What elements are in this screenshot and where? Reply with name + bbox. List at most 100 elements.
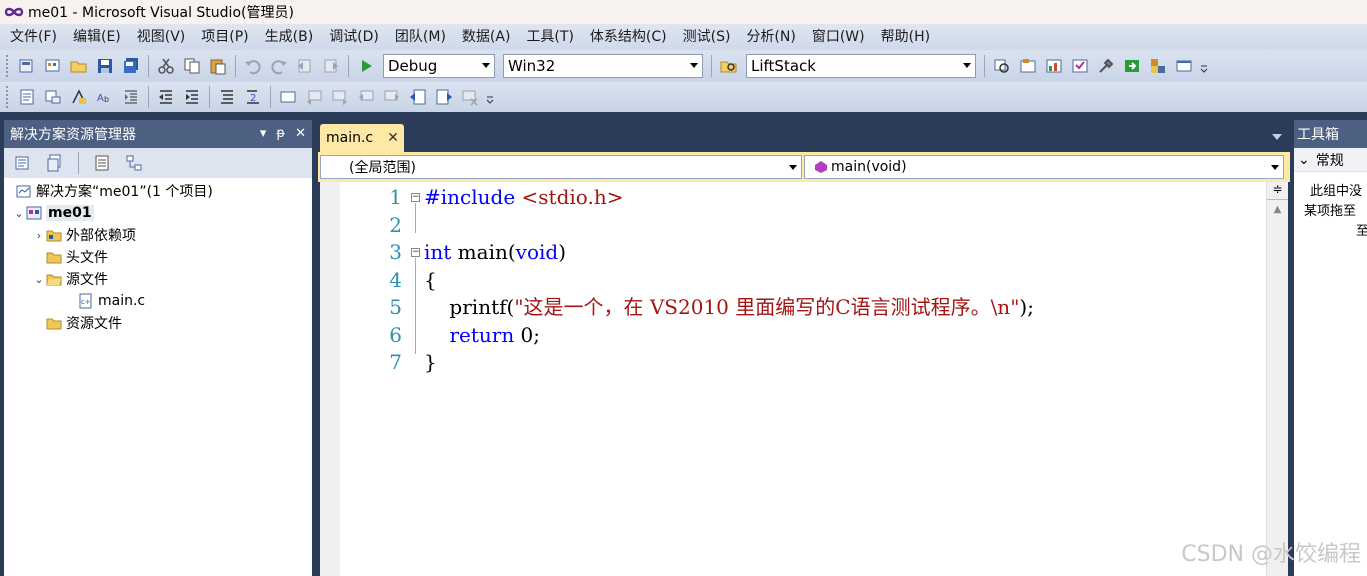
view-class-diagram-icon[interactable] [123,152,145,174]
open-file-icon[interactable] [68,55,90,77]
extension-manager-icon[interactable] [1147,55,1169,77]
tools-icon[interactable] [1095,55,1117,77]
menu-test[interactable]: 测试(S) [675,24,739,50]
toolbar-grip[interactable] [6,86,10,108]
member-combo[interactable]: main(void) [804,155,1284,179]
tree-item-external-dependencies[interactable]: › 外部依赖项 [4,224,312,246]
menu-edit[interactable]: 编辑(E) [65,24,129,50]
close-icon[interactable]: ✕ [387,130,399,146]
toolbox-group-general[interactable]: ⌄ 常规 [1294,148,1367,172]
paste-icon[interactable] [207,55,229,77]
previous-bookmark-in-document-icon[interactable] [407,86,429,108]
scope-combo[interactable]: (全局范围) [320,155,802,179]
find-in-files-icon[interactable] [718,55,740,77]
toggle-bookmark-icon[interactable] [277,86,299,108]
view-code-icon[interactable] [91,152,113,174]
chevron-down-icon[interactable]: ▾ [260,126,267,141]
comment-out-lines-icon[interactable] [216,86,238,108]
collapse-icon[interactable]: − [411,193,420,202]
document-tab-strip: main.c ✕ [318,120,1290,152]
code-text[interactable]: #include <stdio.h> int main(void) { prin… [424,184,1034,377]
start-debugging-icon[interactable] [355,55,377,77]
close-icon[interactable]: ✕ [295,126,306,141]
redo-icon[interactable] [268,55,290,77]
menu-build[interactable]: 生成(B) [257,24,322,50]
next-bookmark-in-folder-icon[interactable] [381,86,403,108]
collapse-icon[interactable]: − [411,248,420,257]
toolbar-separator [711,55,712,77]
menu-data[interactable]: 数据(A) [454,24,519,50]
tree-item-header-files[interactable]: 头文件 [4,246,312,268]
previous-bookmark-icon[interactable] [303,86,325,108]
cut-icon[interactable] [155,55,177,77]
code-line: } [424,350,437,374]
next-bookmark-in-document-icon[interactable] [433,86,455,108]
code-line: #include <stdio.h> [424,185,624,209]
find-combo[interactable]: LiftStack [746,54,976,78]
indent-icon[interactable] [181,86,203,108]
decrease-line-indent-icon[interactable] [120,86,142,108]
copy-icon[interactable] [181,55,203,77]
code-editor[interactable]: 1 2 3 4 5 6 7 − − #include <stdio.h> int… [320,182,1288,576]
menu-tools[interactable]: 工具(T) [518,24,581,50]
tree-item-project[interactable]: ⌄ me01 [4,202,312,224]
navigate-backward-icon[interactable] [294,55,316,77]
menu-window[interactable]: 窗口(W) [804,24,873,50]
tree-item-resource-files[interactable]: 资源文件 [4,312,312,334]
class-view-icon[interactable] [1069,55,1091,77]
start-page-icon[interactable] [1121,55,1143,77]
menu-team[interactable]: 团队(M) [387,24,454,50]
uncomment-lines-icon[interactable]: 2 [242,86,264,108]
line-number: 1 [389,185,402,209]
tree-item-main-c[interactable]: c+ main.c [4,290,312,312]
tab-main-c[interactable]: main.c ✕ [320,124,404,152]
toolbox-title: 工具箱 [1297,127,1339,143]
menu-file[interactable]: 文件(F) [2,24,65,50]
object-browser-icon[interactable] [1043,55,1065,77]
outdent-icon[interactable] [155,86,177,108]
tree-item-label: me01 [46,205,94,221]
toolbar-overflow-icon[interactable] [485,86,495,108]
menu-architecture[interactable]: 体系结构(C) [582,24,675,50]
display-object-member-list-icon[interactable] [16,86,38,108]
splitter-icon[interactable]: ≑ [1267,182,1288,200]
solution-platform-combo[interactable]: Win32 [503,54,703,78]
pin-icon[interactable]: ᵽ [276,126,285,141]
chevron-down-icon[interactable]: ⌄ [32,273,46,286]
save-all-icon[interactable] [120,55,142,77]
toolbar-grip[interactable] [6,55,10,77]
toolbar-overflow-icon[interactable] [1199,55,1209,77]
svg-text:b: b [104,95,109,104]
tree-item-source-files[interactable]: ⌄ 源文件 [4,268,312,290]
properties-window-icon[interactable] [1017,55,1039,77]
chevron-up-icon[interactable]: ▲ [1267,204,1288,215]
active-files-dropdown-icon[interactable] [1272,134,1282,140]
save-icon[interactable] [94,55,116,77]
show-all-files-icon[interactable] [44,152,66,174]
menu-debug[interactable]: 调试(D) [321,24,387,50]
display-parameter-info-icon[interactable] [42,86,64,108]
vertical-scrollbar[interactable]: ≑ ▲ [1266,182,1288,576]
indicator-margin[interactable] [320,182,340,576]
find-symbol-icon[interactable] [991,55,1013,77]
navigate-forward-icon[interactable] [320,55,342,77]
command-window-icon[interactable] [1173,55,1195,77]
clear-bookmarks-icon[interactable] [459,86,481,108]
chevron-right-icon[interactable]: › [32,229,46,242]
menu-view[interactable]: 视图(V) [129,24,194,50]
menu-project[interactable]: 项目(P) [193,24,256,50]
solution-configuration-combo[interactable]: Debug [383,54,495,78]
previous-bookmark-in-folder-icon[interactable] [355,86,377,108]
properties-icon[interactable] [12,152,34,174]
display-word-completion-icon[interactable]: Ab [94,86,116,108]
menu-help[interactable]: 帮助(H) [873,24,938,50]
menu-analyze[interactable]: 分析(N) [738,24,803,50]
line-number: 5 [389,295,402,319]
add-item-icon[interactable] [42,55,64,77]
next-bookmark-icon[interactable] [329,86,351,108]
undo-icon[interactable] [242,55,264,77]
new-project-icon[interactable] [16,55,38,77]
tree-item-solution[interactable]: 解决方案“me01”(1 个项目) [4,180,312,202]
chevron-down-icon[interactable]: ⌄ [12,207,26,220]
display-quick-info-icon[interactable] [68,86,90,108]
